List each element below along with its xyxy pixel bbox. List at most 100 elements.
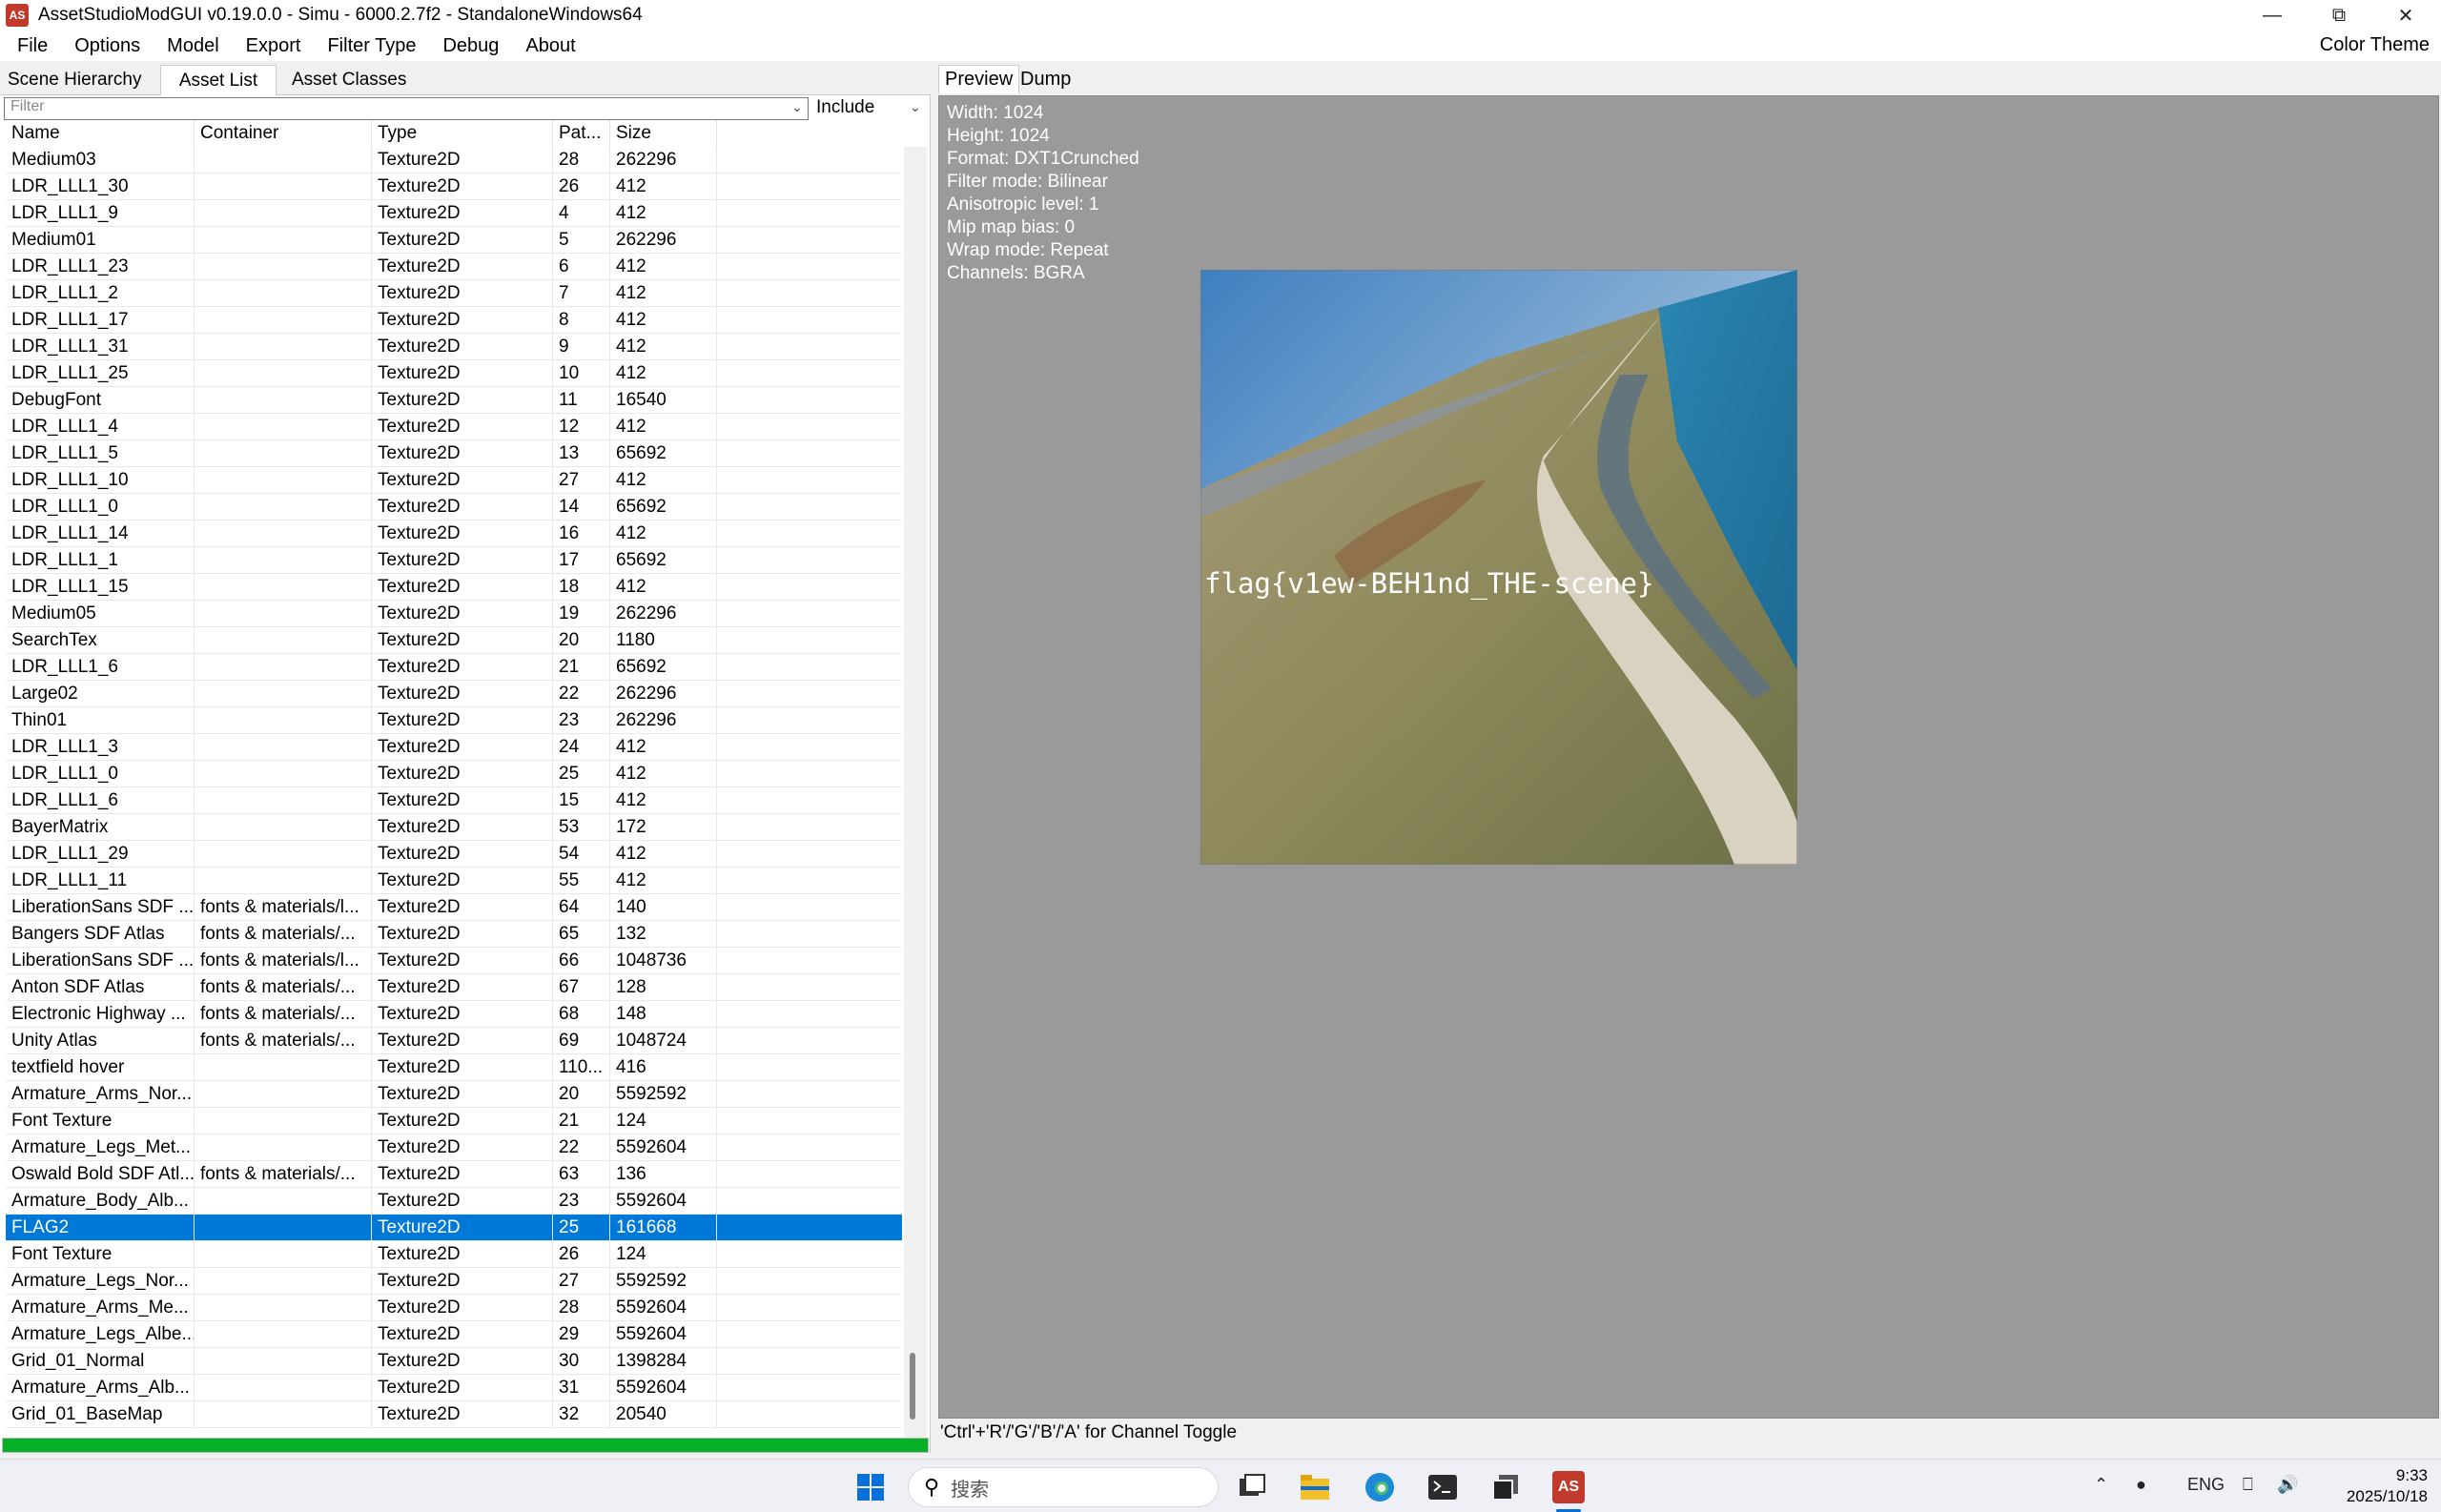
column-header-pathid[interactable]: Pat...: [553, 120, 610, 147]
table-row[interactable]: Medium05 Texture2D 19 262296: [6, 601, 902, 627]
table-row[interactable]: LiberationSans SDF ... fonts & materials/…: [6, 948, 902, 974]
scrollbar-thumb[interactable]: [910, 1353, 915, 1420]
table-row[interactable]: Armature_Legs_Albe... Texture2D 29 5592604: [6, 1321, 902, 1348]
table-row[interactable]: Anton SDF Atlas fonts & materials/... Text…: [6, 974, 902, 1001]
cell-size: 412: [610, 334, 717, 359]
filter-input[interactable]: Filter: [4, 97, 809, 120]
column-header-name[interactable]: Name: [6, 120, 195, 147]
menu-file[interactable]: File: [0, 35, 57, 57]
table-row[interactable]: Unity Atlas fonts & materials/... Texture2…: [6, 1028, 902, 1054]
cell-container: [195, 1268, 372, 1294]
table-row[interactable]: LDR_LLL1_1 Texture2D 17 65692: [6, 547, 902, 574]
restore-button[interactable]: ⧉: [2306, 0, 2372, 31]
table-row[interactable]: textfield hover Texture2D 110... 416: [6, 1054, 902, 1081]
table-row[interactable]: LDR_LLL1_15 Texture2D 18 412: [6, 574, 902, 601]
table-row[interactable]: SearchTex Texture2D 20 1180: [6, 627, 902, 654]
table-row[interactable]: Medium01 Texture2D 5 262296: [6, 227, 902, 254]
windows-copies-icon[interactable]: [1489, 1471, 1522, 1503]
table-row[interactable]: Armature_Arms_Me... Texture2D 28 5592604: [6, 1295, 902, 1321]
table-row[interactable]: LDR_LLL1_6 Texture2D 15 412: [6, 787, 902, 814]
table-row[interactable]: Armature_Legs_Nor... Texture2D 27 5592592: [6, 1268, 902, 1295]
table-row[interactable]: LDR_LLL1_4 Texture2D 12 412: [6, 414, 902, 440]
cell-size: 136: [610, 1161, 717, 1187]
table-row[interactable]: BayerMatrix Texture2D 53 172: [6, 814, 902, 841]
tab-asset-list[interactable]: Asset List: [160, 65, 277, 95]
cell-name: Armature_Legs_Nor...: [6, 1268, 195, 1294]
table-row[interactable]: LDR_LLL1_25 Texture2D 10 412: [6, 360, 902, 387]
vertical-scrollbar[interactable]: [904, 147, 927, 1481]
menu-about[interactable]: About: [508, 35, 585, 57]
table-row[interactable]: DebugFont Texture2D 11 16540: [6, 387, 902, 414]
table-row[interactable]: LiberationSans SDF ... fonts & materials/…: [6, 894, 902, 921]
tab-asset-classes[interactable]: Asset Classes: [286, 65, 412, 95]
tab-preview[interactable]: Preview: [938, 65, 1020, 93]
cell-size: 412: [610, 174, 717, 199]
edge-browser-icon[interactable]: [1364, 1471, 1396, 1503]
tray-app-icon[interactable]: ●: [2136, 1475, 2146, 1495]
network-icon[interactable]: ⎕: [2243, 1475, 2253, 1495]
table-row[interactable]: LDR_LLL1_29 Texture2D 54 412: [6, 841, 902, 868]
minimize-button[interactable]: —: [2239, 0, 2306, 31]
table-row[interactable]: LDR_LLL1_23 Texture2D 6 412: [6, 254, 902, 280]
table-row[interactable]: Armature_Body_Alb... Texture2D 23 5592604: [6, 1188, 902, 1215]
table-row-selected[interactable]: FLAG2 Texture2D 25 161668: [6, 1215, 902, 1241]
close-button[interactable]: ✕: [2372, 0, 2439, 31]
cell-container: fonts & materials/...: [195, 921, 372, 947]
table-row[interactable]: Grid_01_Normal Texture2D 30 1398284: [6, 1348, 902, 1375]
table-row[interactable]: LDR_LLL1_9 Texture2D 4 412: [6, 200, 902, 227]
tab-dump[interactable]: Dump: [1015, 65, 1077, 93]
tab-scene-hierarchy[interactable]: Scene Hierarchy: [2, 65, 147, 95]
color-theme-menu[interactable]: Color Theme: [2320, 34, 2430, 56]
chevron-up-icon[interactable]: ⌃: [2094, 1475, 2108, 1495]
column-header-type[interactable]: Type: [372, 120, 553, 147]
assetstudio-taskbar-icon[interactable]: AS: [1552, 1471, 1585, 1503]
table-row[interactable]: Font Texture Texture2D 21 124: [6, 1108, 902, 1134]
table-row[interactable]: LDR_LLL1_0 Texture2D 25 412: [6, 761, 902, 787]
chevron-down-icon[interactable]: ⌄: [791, 99, 803, 115]
table-row[interactable]: Electronic Highway ... fonts & materials/…: [6, 1001, 902, 1028]
table-row[interactable]: LDR_LLL1_10 Texture2D 27 412: [6, 467, 902, 494]
cell-type: Texture2D: [372, 734, 553, 760]
table-row[interactable]: Bangers SDF Atlas fonts & materials/... Te…: [6, 921, 902, 948]
menu-export[interactable]: Export: [229, 35, 311, 57]
table-row[interactable]: Medium03 Texture2D 28 262296: [6, 147, 902, 174]
menu-debug[interactable]: Debug: [425, 35, 508, 57]
input-language[interactable]: ENG: [2187, 1475, 2225, 1495]
cell-name: Oswald Bold SDF Atl...: [6, 1161, 195, 1187]
column-header-size[interactable]: Size: [610, 120, 717, 147]
column-header-container[interactable]: Container: [195, 120, 372, 147]
taskbar-clock[interactable]: 9:33 2025/10/18: [2347, 1465, 2428, 1507]
task-view-icon[interactable]: [1236, 1471, 1268, 1503]
menu-options[interactable]: Options: [57, 35, 150, 57]
terminal-icon[interactable]: [1426, 1471, 1459, 1503]
table-row[interactable]: Armature_Legs_Met... Texture2D 22 5592604: [6, 1134, 902, 1161]
cell-name: LiberationSans SDF ...: [6, 894, 195, 920]
volume-icon[interactable]: 🔊: [2277, 1475, 2298, 1495]
table-row[interactable]: Armature_Arms_Alb... Texture2D 31 5592604: [6, 1375, 902, 1401]
taskbar-search[interactable]: ⚲ 搜索: [908, 1467, 1219, 1507]
table-row[interactable]: LDR_LLL1_0 Texture2D 14 65692: [6, 494, 902, 521]
windows-start-icon[interactable]: [854, 1471, 887, 1503]
table-row[interactable]: LDR_LLL1_3 Texture2D 24 412: [6, 734, 902, 761]
table-row[interactable]: LDR_LLL1_30 Texture2D 26 412: [6, 174, 902, 200]
menu-filter-type[interactable]: Filter Type: [310, 35, 425, 57]
cell-name: Thin01: [6, 707, 195, 733]
table-row[interactable]: LDR_LLL1_11 Texture2D 55 412: [6, 868, 902, 894]
file-explorer-icon[interactable]: [1299, 1471, 1331, 1503]
table-row[interactable]: LDR_LLL1_17 Texture2D 8 412: [6, 307, 902, 334]
table-row[interactable]: Font Texture Texture2D 26 124: [6, 1241, 902, 1268]
table-row[interactable]: Large02 Texture2D 22 262296: [6, 681, 902, 707]
menu-model[interactable]: Model: [150, 35, 228, 57]
table-row[interactable]: LDR_LLL1_5 Texture2D 13 65692: [6, 440, 902, 467]
table-row[interactable]: LDR_LLL1_2 Texture2D 7 412: [6, 280, 902, 307]
table-row[interactable]: Armature_Arms_Nor... Texture2D 20 5592592: [6, 1081, 902, 1108]
row-filler: [717, 521, 902, 546]
table-row[interactable]: Thin01 Texture2D 23 262296: [6, 707, 902, 734]
chevron-down-icon[interactable]: ⌄: [910, 99, 921, 115]
table-row[interactable]: LDR_LLL1_6 Texture2D 21 65692: [6, 654, 902, 681]
table-row[interactable]: LDR_LLL1_14 Texture2D 16 412: [6, 521, 902, 547]
table-row[interactable]: Oswald Bold SDF Atl... fonts & materials/…: [6, 1161, 902, 1188]
table-row[interactable]: LDR_LLL1_31 Texture2D 9 412: [6, 334, 902, 360]
table-row[interactable]: Grid_01_BaseMap Texture2D 32 20540: [6, 1401, 902, 1428]
cell-container: [195, 414, 372, 439]
